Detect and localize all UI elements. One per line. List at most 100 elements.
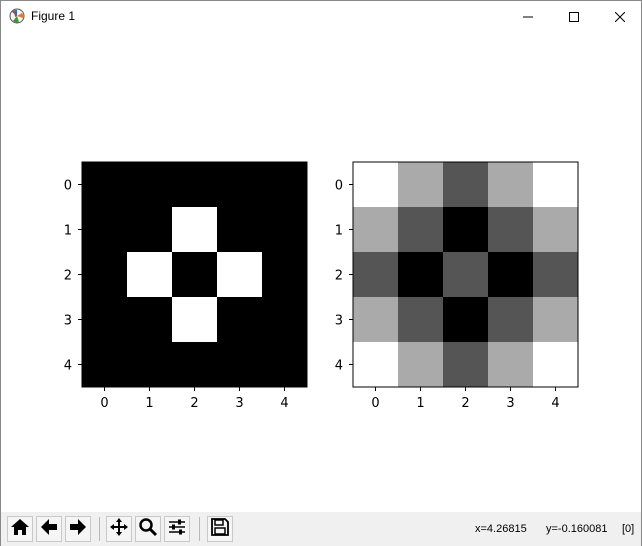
left-x-tick-label: 4 <box>280 396 288 411</box>
left-image-cell-0-1 <box>127 162 173 208</box>
left-x-tick-label: 1 <box>145 396 153 411</box>
right-image-cell-0-4 <box>533 162 579 208</box>
right-y-tick-label: 1 <box>335 224 343 239</box>
y-coordinate-readout: y=-0.160081 <box>546 523 608 535</box>
right-image-cell-3-2 <box>443 297 489 343</box>
sliders-icon <box>167 517 187 541</box>
left-image-axes[interactable]: 0 1 2 3 4 0 1 2 3 4 <box>64 161 308 411</box>
right-image-cell-4-2 <box>443 342 489 388</box>
left-image-cell-4-2 <box>172 342 218 388</box>
left-image-cell-0-2 <box>172 162 218 208</box>
magnifier-icon <box>138 517 158 541</box>
left-image-cell-1-4 <box>262 207 308 253</box>
right-image-cell-0-0 <box>353 162 399 208</box>
left-image-cell-3-3 <box>217 297 263 343</box>
pixel-value-readout: [0] <box>622 523 635 535</box>
left-image-cell-1-0 <box>82 207 128 253</box>
right-image-cell-4-1 <box>398 342 444 388</box>
window-title: Figure 1 <box>31 9 76 23</box>
right-image-cell-3-1 <box>398 297 444 343</box>
left-image-cell-4-4 <box>262 342 308 388</box>
right-image-cell-3-4 <box>533 297 579 343</box>
left-image-cell-1-1 <box>127 207 173 253</box>
maximize-icon <box>569 11 579 22</box>
right-x-tick-label: 4 <box>551 396 559 411</box>
zoom-button[interactable] <box>135 516 161 542</box>
right-y-tick-label: 4 <box>335 359 343 374</box>
move-icon <box>109 517 129 541</box>
x-coordinate-readout: x=4.26815 <box>475 523 527 535</box>
toolbar-separator <box>199 517 200 541</box>
left-image-cell-2-0 <box>82 252 128 298</box>
right-x-tick-label: 2 <box>461 396 469 411</box>
right-x-tick-label: 1 <box>416 396 424 411</box>
left-y-tick-label: 4 <box>64 359 72 374</box>
left-y-tick-label: 3 <box>64 314 72 329</box>
left-image-cell-3-0 <box>82 297 128 343</box>
figure-plots: 0 1 2 3 4 0 1 2 3 4 0 1 2 3 4 0 1 2 3 4 <box>64 161 579 411</box>
left-image-cell-1-3 <box>217 207 263 253</box>
left-image-cell-0-3 <box>217 162 263 208</box>
right-image-cell-2-2 <box>443 252 489 298</box>
left-image-cell-4-3 <box>217 342 263 388</box>
right-image-cell-4-3 <box>488 342 534 388</box>
maximize-button[interactable] <box>551 1 597 32</box>
right-image-cell-0-1 <box>398 162 444 208</box>
left-image-cell-4-1 <box>127 342 173 388</box>
close-icon <box>615 11 625 22</box>
forward-arrow-icon <box>68 517 88 541</box>
right-image-cell-2-4 <box>533 252 579 298</box>
right-image-cell-1-0 <box>353 207 399 253</box>
left-y-tick-label: 0 <box>64 179 72 194</box>
right-image-cell-0-2 <box>443 162 489 208</box>
right-image-cell-2-1 <box>398 252 444 298</box>
left-x-tick-label: 3 <box>235 396 243 411</box>
left-image-cell-0-0 <box>82 162 128 208</box>
left-image-cell-3-1 <box>127 297 173 343</box>
left-image-cell-3-4 <box>262 297 308 343</box>
navigation-toolbar: x=4.26815 y=-0.160081 [0] <box>1 512 641 546</box>
right-image-cell-2-3 <box>488 252 534 298</box>
pan-button[interactable] <box>106 516 132 542</box>
left-x-tick-label: 0 <box>100 396 108 411</box>
left-image-cell-1-2 <box>172 207 218 253</box>
right-image-cell-3-3 <box>488 297 534 343</box>
right-image-cell-3-0 <box>353 297 399 343</box>
right-image-cell-1-4 <box>533 207 579 253</box>
right-x-tick-label: 0 <box>371 396 379 411</box>
right-x-tick-label: 3 <box>506 396 514 411</box>
matplotlib-logo-icon <box>9 8 25 24</box>
figure-canvas[interactable]: 0 1 2 3 4 0 1 2 3 4 0 1 2 3 4 0 1 2 3 4 <box>1 32 641 512</box>
right-image-cell-2-0 <box>353 252 399 298</box>
right-image-cell-4-0 <box>353 342 399 388</box>
right-y-tick-label: 2 <box>335 269 343 284</box>
left-y-tick-label: 2 <box>64 269 72 284</box>
left-image-cell-2-4 <box>262 252 308 298</box>
left-x-tick-label: 2 <box>190 396 198 411</box>
left-image-cell-2-1 <box>127 252 173 298</box>
right-image-cell-0-3 <box>488 162 534 208</box>
save-button[interactable] <box>207 516 233 542</box>
figure-window: Figure 1 0 1 2 3 4 0 1 2 3 4 0 1 2 3 4 0 1 2 3 4 x=4.26815… <box>0 0 642 546</box>
left-y-tick-label: 1 <box>64 224 72 239</box>
minimize-button[interactable] <box>505 1 551 32</box>
configure-subplots-button[interactable] <box>164 516 190 542</box>
toolbar-separator <box>99 517 100 541</box>
left-image-cell-3-2 <box>172 297 218 343</box>
forward-button[interactable] <box>65 516 91 542</box>
right-image-axes[interactable]: 0 1 2 3 4 0 1 2 3 4 <box>335 161 579 411</box>
right-image-cell-4-4 <box>533 342 579 388</box>
right-image-cell-1-1 <box>398 207 444 253</box>
home-button[interactable] <box>7 516 33 542</box>
title-bar[interactable]: Figure 1 <box>1 1 641 32</box>
right-image-cell-1-2 <box>443 207 489 253</box>
right-y-tick-label: 3 <box>335 314 343 329</box>
left-image-cell-2-2 <box>172 252 218 298</box>
home-icon <box>10 517 30 541</box>
left-image-cell-0-4 <box>262 162 308 208</box>
floppy-disk-icon <box>210 517 230 541</box>
right-image-cell-1-3 <box>488 207 534 253</box>
left-image-cell-2-3 <box>217 252 263 298</box>
back-button[interactable] <box>36 516 62 542</box>
close-button[interactable] <box>597 1 642 32</box>
